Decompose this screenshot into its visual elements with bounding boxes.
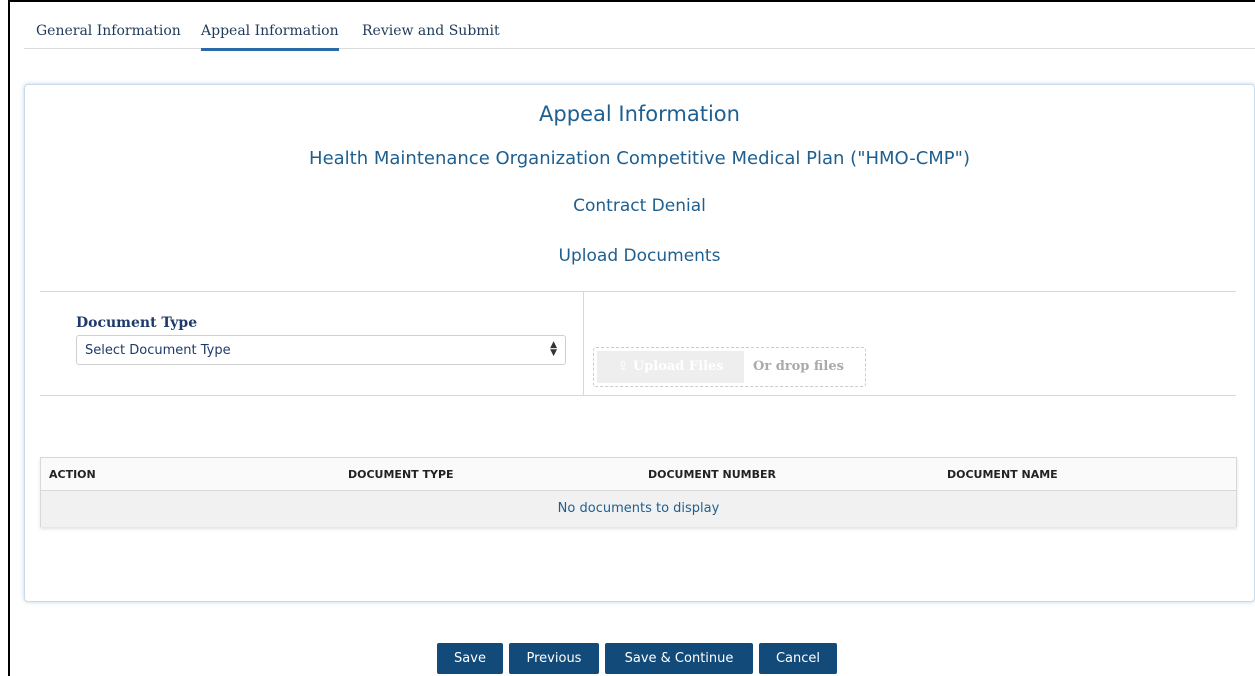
upload-icon: ⇪ bbox=[617, 359, 629, 374]
column-header-action: ACTION bbox=[49, 468, 96, 481]
divider bbox=[40, 395, 1236, 396]
table-header: ACTION DOCUMENT TYPE DOCUMENT NUMBER DOC… bbox=[41, 458, 1236, 491]
plan-name: Health Maintenance Organization Competit… bbox=[309, 148, 970, 169]
section-title: Upload Documents bbox=[558, 246, 721, 266]
document-type-value: Select Document Type bbox=[85, 343, 231, 358]
documents-table: ACTION DOCUMENT TYPE DOCUMENT NUMBER DOC… bbox=[40, 457, 1237, 527]
save-and-continue-button[interactable]: Save & Continue bbox=[605, 643, 753, 674]
tab-appeal-information[interactable]: Appeal Information bbox=[201, 23, 339, 51]
tab-general-information[interactable]: General Information bbox=[36, 23, 181, 39]
select-arrows-icon: ▲ ▼ bbox=[550, 340, 557, 358]
appeal-card: Appeal Information Health Maintenance Or… bbox=[24, 84, 1255, 602]
document-type-select[interactable]: Select Document Type ▲ ▼ bbox=[76, 335, 566, 365]
document-type-label: Document Type bbox=[76, 315, 198, 331]
previous-button[interactable]: Previous bbox=[509, 643, 599, 674]
tab-review-and-submit[interactable]: Review and Submit bbox=[362, 23, 500, 39]
page-title: Appeal Information bbox=[539, 102, 740, 126]
column-header-document-name: DOCUMENT NAME bbox=[947, 468, 1058, 481]
divider bbox=[583, 292, 584, 396]
divider bbox=[40, 291, 1236, 292]
appeal-action: Contract Denial bbox=[573, 196, 706, 216]
empty-table-message: No documents to display bbox=[41, 491, 1236, 527]
upload-files-button[interactable]: ⇪ Upload Files bbox=[597, 351, 744, 383]
cancel-button[interactable]: Cancel bbox=[759, 643, 837, 674]
column-header-document-number: DOCUMENT NUMBER bbox=[648, 468, 776, 481]
file-drop-zone[interactable]: ⇪ Upload Files Or drop files bbox=[593, 347, 866, 387]
column-header-document-type: DOCUMENT TYPE bbox=[348, 468, 454, 481]
tab-bar: General Information Appeal Information R… bbox=[24, 13, 1255, 51]
drop-files-label: Or drop files bbox=[753, 359, 844, 374]
upload-files-label: Upload Files bbox=[632, 359, 724, 374]
save-button[interactable]: Save bbox=[437, 643, 503, 674]
